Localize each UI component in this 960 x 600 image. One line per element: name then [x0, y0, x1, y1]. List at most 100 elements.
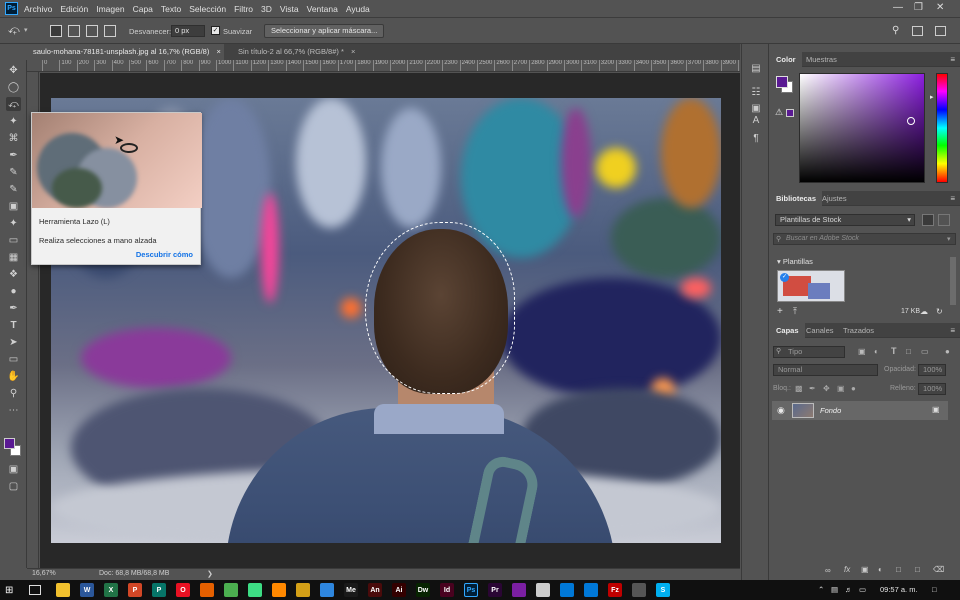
app-icon[interactable] [512, 583, 526, 597]
hue-slider[interactable] [936, 73, 948, 183]
foreground-color-swatch[interactable] [776, 76, 788, 88]
clone-stamp-tool-icon[interactable]: ▣ [6, 199, 21, 213]
subtract-selection-icon[interactable] [86, 25, 98, 37]
app-icon[interactable] [296, 583, 310, 597]
chrome-icon[interactable] [224, 583, 238, 597]
skype-icon[interactable]: S [656, 583, 670, 597]
upload-icon[interactable]: ⤒ [793, 306, 797, 317]
foreground-color-swatch[interactable] [4, 438, 15, 449]
quick-selection-tool-icon[interactable]: ✦ [6, 114, 21, 128]
app-icon[interactable] [632, 583, 646, 597]
workspace-icon[interactable] [912, 26, 923, 36]
select-and-mask-button[interactable]: Seleccionar y aplicar máscara... [264, 24, 385, 38]
excel-icon[interactable]: X [104, 583, 118, 597]
menu-imagen[interactable]: Imagen [96, 4, 124, 14]
filter-adjustment-icon[interactable]: ◐ [874, 347, 879, 356]
filter-smart-object-icon[interactable]: ▭ [921, 347, 929, 356]
volume-icon[interactable]: ♬ [845, 585, 853, 594]
opera-icon[interactable]: O [176, 583, 190, 597]
opacity-input[interactable]: 100% [918, 364, 946, 376]
properties-icon[interactable]: ☷ [750, 86, 762, 98]
add-icon[interactable]: + [777, 306, 783, 317]
move-tool-icon[interactable]: ✥ [6, 63, 21, 77]
animate-icon[interactable]: An [368, 583, 382, 597]
rectangle-tool-icon[interactable]: ▭ [6, 352, 21, 366]
close-tab-icon[interactable]: × [216, 47, 220, 56]
minimize-icon[interactable]: — [893, 2, 903, 13]
gamut-swatch[interactable] [786, 109, 794, 117]
panel-menu-icon[interactable]: ≡ [950, 55, 955, 64]
eyedropper-tool-icon[interactable]: ✒ [6, 148, 21, 162]
filter-shape-icon[interactable]: □ [906, 347, 911, 356]
share-icon[interactable] [935, 26, 946, 36]
lock-icon[interactable]: ▣ [932, 405, 940, 414]
dodge-tool-icon[interactable]: ● [6, 284, 21, 298]
link-layers-icon[interactable]: ∞ [825, 566, 831, 575]
crop-tool-icon[interactable]: ⌘ [6, 131, 21, 145]
menu-3d[interactable]: 3D [261, 4, 272, 14]
filter-pixel-icon[interactable]: ▣ [858, 347, 866, 356]
paint-bucket-tool-icon[interactable]: ▦ [6, 250, 21, 264]
filter-toggle-icon[interactable]: ● [945, 347, 950, 356]
chevron-down-icon[interactable]: ▾ [947, 235, 951, 243]
indesign-icon[interactable]: Id [440, 583, 454, 597]
marquee-tool-icon[interactable]: ◯ [6, 80, 21, 94]
android-icon[interactable] [248, 583, 262, 597]
filezilla-icon[interactable]: Fz [608, 583, 622, 597]
layer-row[interactable]: ◉ Fondo ▣ [772, 401, 948, 420]
picker-marker[interactable] [907, 117, 915, 125]
show-hidden-icons[interactable]: ⌃ [818, 585, 824, 594]
menu-filtro[interactable]: Filtro [234, 4, 253, 14]
steam-icon[interactable] [536, 583, 550, 597]
tab-muestras[interactable]: Muestras [800, 52, 843, 67]
photos-icon[interactable] [560, 583, 574, 597]
word-icon[interactable]: W [80, 583, 94, 597]
tab-ajustes[interactable]: Ajustes [816, 191, 853, 206]
tab-saulo-mohana[interactable]: saulo-mohana-78181-unsplash.jpg al 16,7%… [27, 44, 224, 60]
close-tab-icon[interactable]: × [351, 47, 355, 56]
layer-filter-select[interactable]: Tipo [773, 346, 845, 358]
feather-input[interactable]: 0 px [171, 25, 205, 37]
premiere-icon[interactable]: Pr [488, 583, 502, 597]
menu-vista[interactable]: Vista [280, 4, 299, 14]
menu-ventana[interactable]: Ventana [307, 4, 338, 14]
powerpoint-icon[interactable]: P [128, 583, 142, 597]
path-selection-tool-icon[interactable]: ➤ [6, 335, 21, 349]
photoshop-icon[interactable]: Ps [464, 583, 478, 597]
intersect-selection-icon[interactable] [104, 25, 116, 37]
lock-image-icon[interactable]: ✒ [809, 384, 816, 393]
layer-mask-icon[interactable]: ▣ [861, 565, 869, 574]
tab-canales[interactable]: Canales [800, 323, 840, 338]
layer-style-icon[interactable]: fx [844, 565, 850, 574]
publisher-icon[interactable]: P [152, 583, 166, 597]
menu-ayuda[interactable]: Ayuda [346, 4, 370, 14]
blend-mode-select[interactable]: Normal [773, 364, 878, 376]
cube-icon[interactable] [320, 583, 334, 597]
eraser-tool-icon[interactable]: ▭ [6, 233, 21, 247]
hue-slider-arrow-icon[interactable]: ▸ [930, 93, 934, 101]
add-selection-icon[interactable] [68, 25, 80, 37]
clock[interactable]: 09:57 a. m. [880, 585, 918, 594]
file-explorer-icon[interactable] [56, 583, 70, 597]
zoom-level[interactable]: 16,67% [32, 570, 56, 577]
color-picker-field[interactable] [799, 73, 925, 183]
vlc-icon[interactable] [272, 583, 286, 597]
new-layer-icon[interactable]: □ [915, 565, 920, 574]
dreamweaver-icon[interactable]: Dw [416, 583, 430, 597]
menu-seleccion[interactable]: Selección [189, 4, 226, 14]
lasso-selection-outline[interactable] [365, 222, 515, 394]
templates-section-header[interactable]: ▾ Plantillas [777, 257, 813, 266]
media-encoder-icon[interactable]: Me [344, 583, 358, 597]
character-icon[interactable]: A [750, 114, 762, 126]
grid-view-icon[interactable] [922, 214, 934, 226]
list-view-icon[interactable] [938, 214, 950, 226]
group-folder-icon[interactable]: □ [896, 565, 901, 574]
menu-edicion[interactable]: Edición [60, 4, 88, 14]
panel-menu-icon[interactable]: ≡ [950, 194, 955, 203]
layer-name[interactable]: Fondo [820, 406, 841, 415]
quick-mask-icon[interactable]: ▣ [6, 462, 21, 476]
notifications-icon[interactable]: □ [932, 585, 937, 594]
cloud-sync-icon[interactable]: ☁ [920, 307, 928, 316]
library-select[interactable]: Plantillas de Stock ▾ [775, 214, 915, 226]
libraries-scrollbar[interactable] [950, 257, 956, 305]
